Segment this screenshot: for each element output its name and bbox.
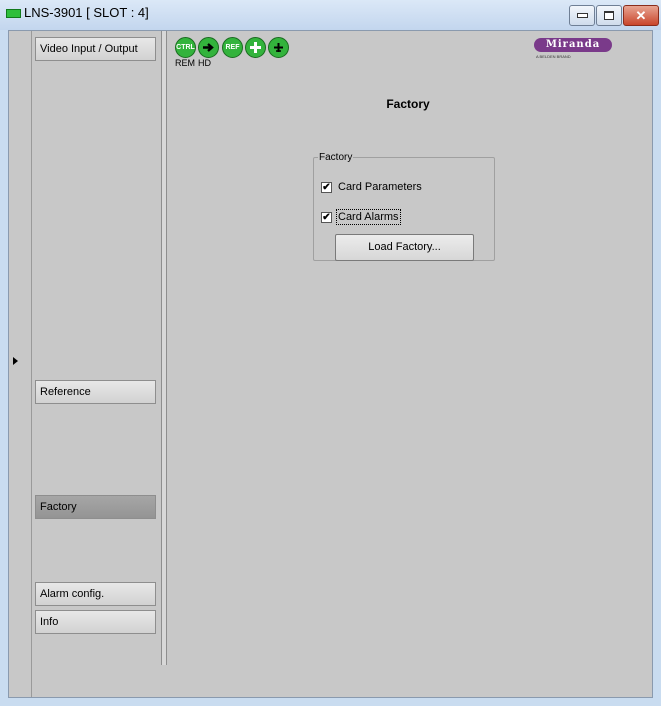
- nav-item-video-input-output[interactable]: Video Input / Output: [35, 37, 156, 61]
- nav-item-info[interactable]: Info: [35, 610, 156, 634]
- expand-arrow-icon[interactable]: [13, 357, 18, 365]
- input-arrow-status-icon[interactable]: [198, 37, 219, 58]
- maximize-icon: [604, 11, 614, 20]
- collapse-strip[interactable]: [9, 31, 32, 697]
- window-title: LNS-3901 [ SLOT : 4]: [24, 5, 149, 20]
- main-panel: CTRL REF REM HD Miranda A BELDEN BRAND F…: [166, 31, 652, 697]
- close-button[interactable]: ✕: [623, 5, 659, 26]
- close-icon: ✕: [635, 8, 647, 23]
- minimize-icon: [576, 13, 588, 18]
- factory-group-label: Factory: [319, 152, 353, 163]
- ref-status-icon[interactable]: REF: [222, 37, 243, 58]
- arrow-right-icon: [203, 43, 214, 52]
- card-parameters-label[interactable]: Card Parameters: [338, 181, 422, 193]
- maximize-button[interactable]: [596, 5, 622, 26]
- factory-group: Factory ✔ Card Parameters ✔ Card Alarms …: [313, 152, 495, 261]
- window-titlebar[interactable]: LNS-3901 [ SLOT : 4] ✕: [0, 0, 661, 30]
- minimize-button[interactable]: [569, 5, 595, 26]
- gpi-status-icon[interactable]: [268, 37, 289, 58]
- nav-item-alarm-config[interactable]: Alarm config.: [35, 582, 156, 606]
- plus-status-icon[interactable]: [245, 37, 266, 58]
- nav-panel: Video Input / Output Reference Factory A…: [32, 31, 162, 697]
- nav-item-factory[interactable]: Factory: [35, 495, 156, 519]
- card-alarms-checkbox[interactable]: ✔: [321, 211, 332, 223]
- plus-icon: [250, 42, 261, 53]
- miranda-logo: Miranda A BELDEN BRAND: [534, 38, 612, 61]
- hd-label: HD: [198, 58, 211, 68]
- rem-label: REM: [175, 58, 195, 68]
- nav-item-reference[interactable]: Reference: [35, 380, 156, 404]
- window-client: Video Input / Output Reference Factory A…: [8, 30, 653, 698]
- card-parameters-checkbox-row[interactable]: ✔ Card Parameters: [321, 181, 422, 193]
- card-alarms-label[interactable]: Card Alarms: [336, 209, 401, 225]
- gpi-icon: [274, 43, 283, 52]
- ctrl-status-icon[interactable]: CTRL: [175, 37, 196, 58]
- page-title: Factory: [386, 97, 430, 111]
- app-icon: [6, 9, 21, 18]
- card-alarms-checkbox-row[interactable]: ✔ Card Alarms: [321, 209, 401, 225]
- load-factory-button[interactable]: Load Factory...: [335, 234, 474, 261]
- card-parameters-checkbox[interactable]: ✔: [321, 181, 332, 193]
